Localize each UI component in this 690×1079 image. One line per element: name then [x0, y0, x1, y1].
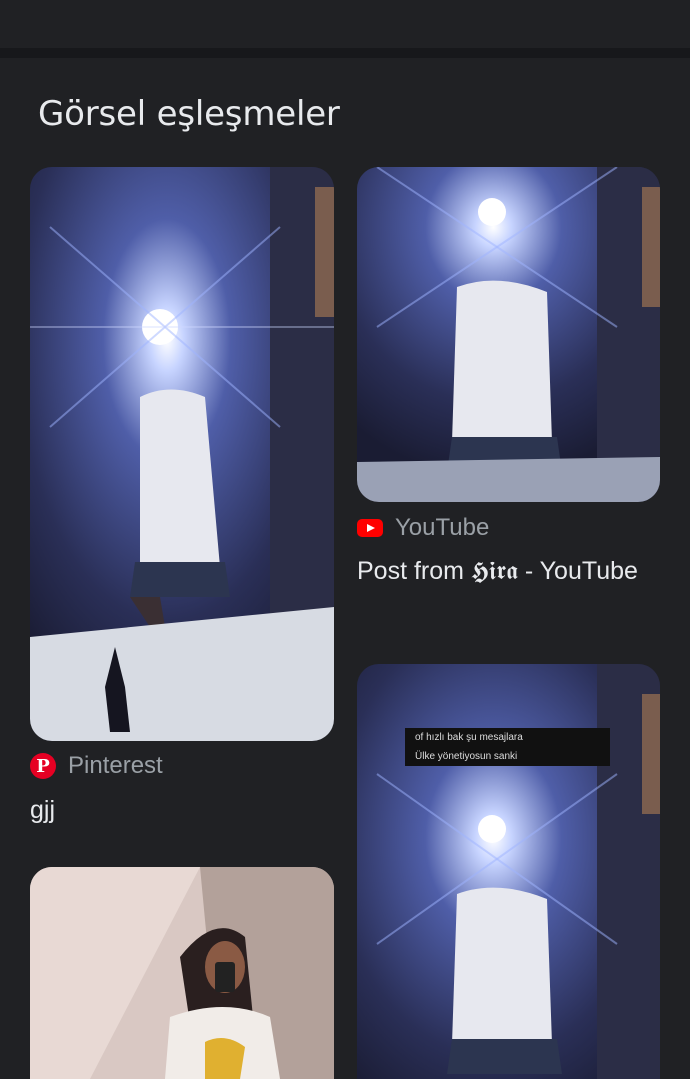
- result-source: P Pinterest: [30, 752, 163, 780]
- result-image[interactable]: [30, 867, 334, 1079]
- result-image[interactable]: of hızlı bak şu mesajlara Ülke yönetiyos…: [357, 664, 660, 1079]
- section-divider: [0, 48, 690, 58]
- result-source: YouTube: [357, 514, 489, 542]
- source-name: Pinterest: [68, 752, 163, 779]
- result-image[interactable]: [357, 167, 660, 502]
- top-bar: [0, 0, 690, 48]
- result-title[interactable]: gjj: [30, 792, 334, 828]
- overlay-line: of hızlı bak şu mesajlara: [415, 732, 523, 743]
- text-overlay: of hızlı bak şu mesajlara Ülke yönetiyos…: [405, 728, 610, 766]
- pinterest-icon: P: [30, 753, 56, 779]
- youtube-icon: [357, 519, 383, 537]
- section-title: Görsel eşleşmeler: [38, 94, 340, 134]
- result-title[interactable]: Post from 𝕳𝖎𝖗𝖆 - YouTube: [357, 553, 657, 589]
- source-name: YouTube: [395, 514, 490, 541]
- overlay-line: Ülke yönetiyosun sanki: [415, 751, 518, 762]
- result-image[interactable]: [30, 167, 334, 741]
